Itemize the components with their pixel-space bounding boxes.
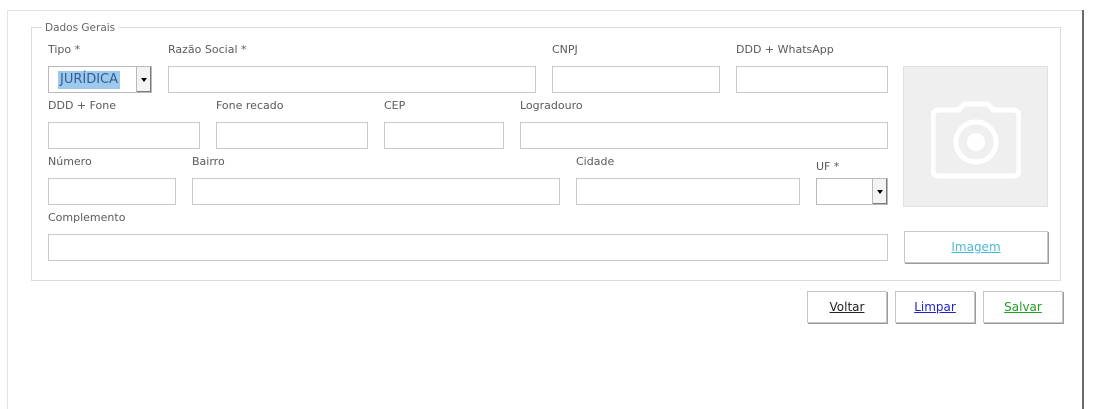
- form-frame-top-border: [7, 10, 1082, 11]
- tipo-label: Tipo *: [48, 43, 81, 56]
- salvar-button[interactable]: Salvar: [983, 291, 1063, 323]
- fone-recado-input[interactable]: [216, 122, 368, 149]
- window-right-border: [1082, 10, 1084, 409]
- tipo-select[interactable]: JURÍDICA: [48, 66, 152, 93]
- uf-select[interactable]: [816, 178, 888, 205]
- logradouro-label: Logradouro: [520, 99, 583, 112]
- imagem-button-label: Imagem: [951, 240, 1001, 254]
- whatsapp-label: DDD + WhatsApp: [736, 43, 834, 56]
- voltar-button[interactable]: Voltar: [807, 291, 887, 323]
- whatsapp-input[interactable]: [736, 66, 888, 93]
- limpar-button[interactable]: Limpar: [895, 291, 975, 323]
- imagem-button[interactable]: Imagem: [904, 231, 1048, 263]
- numero-label: Número: [48, 155, 92, 168]
- bairro-input[interactable]: [192, 178, 560, 205]
- cnpj-label: CNPJ: [552, 43, 578, 56]
- limpar-button-label: Limpar: [914, 300, 956, 314]
- complemento-label: Complemento: [48, 211, 126, 224]
- complemento-input[interactable]: [48, 234, 888, 261]
- chevron-down-icon[interactable]: [136, 67, 151, 92]
- chevron-down-icon[interactable]: [872, 179, 887, 204]
- form-frame-left-border: [7, 10, 8, 409]
- razao-social-input[interactable]: [168, 66, 536, 93]
- razao-social-label: Razão Social *: [168, 43, 247, 56]
- voltar-button-label: Voltar: [829, 300, 865, 314]
- fone-recado-label: Fone recado: [216, 99, 284, 112]
- logradouro-input[interactable]: [520, 122, 888, 149]
- salvar-button-label: Salvar: [1004, 300, 1042, 314]
- uf-selected-value: [826, 183, 830, 201]
- photo-placeholder: [903, 66, 1048, 207]
- camera-icon: [931, 101, 1021, 179]
- bairro-label: Bairro: [192, 155, 225, 168]
- cnpj-input[interactable]: [552, 66, 720, 93]
- group-legend: Dados Gerais: [42, 22, 119, 34]
- tipo-selected-value: JURÍDICA: [58, 71, 121, 89]
- uf-label: UF *: [816, 160, 840, 173]
- cidade-label: Cidade: [576, 155, 615, 168]
- fone-input[interactable]: [48, 122, 200, 149]
- fone-label: DDD + Fone: [48, 99, 117, 112]
- cep-label: CEP: [384, 99, 406, 112]
- numero-input[interactable]: [48, 178, 176, 205]
- cep-input[interactable]: [384, 122, 504, 149]
- cidade-input[interactable]: [576, 178, 800, 205]
